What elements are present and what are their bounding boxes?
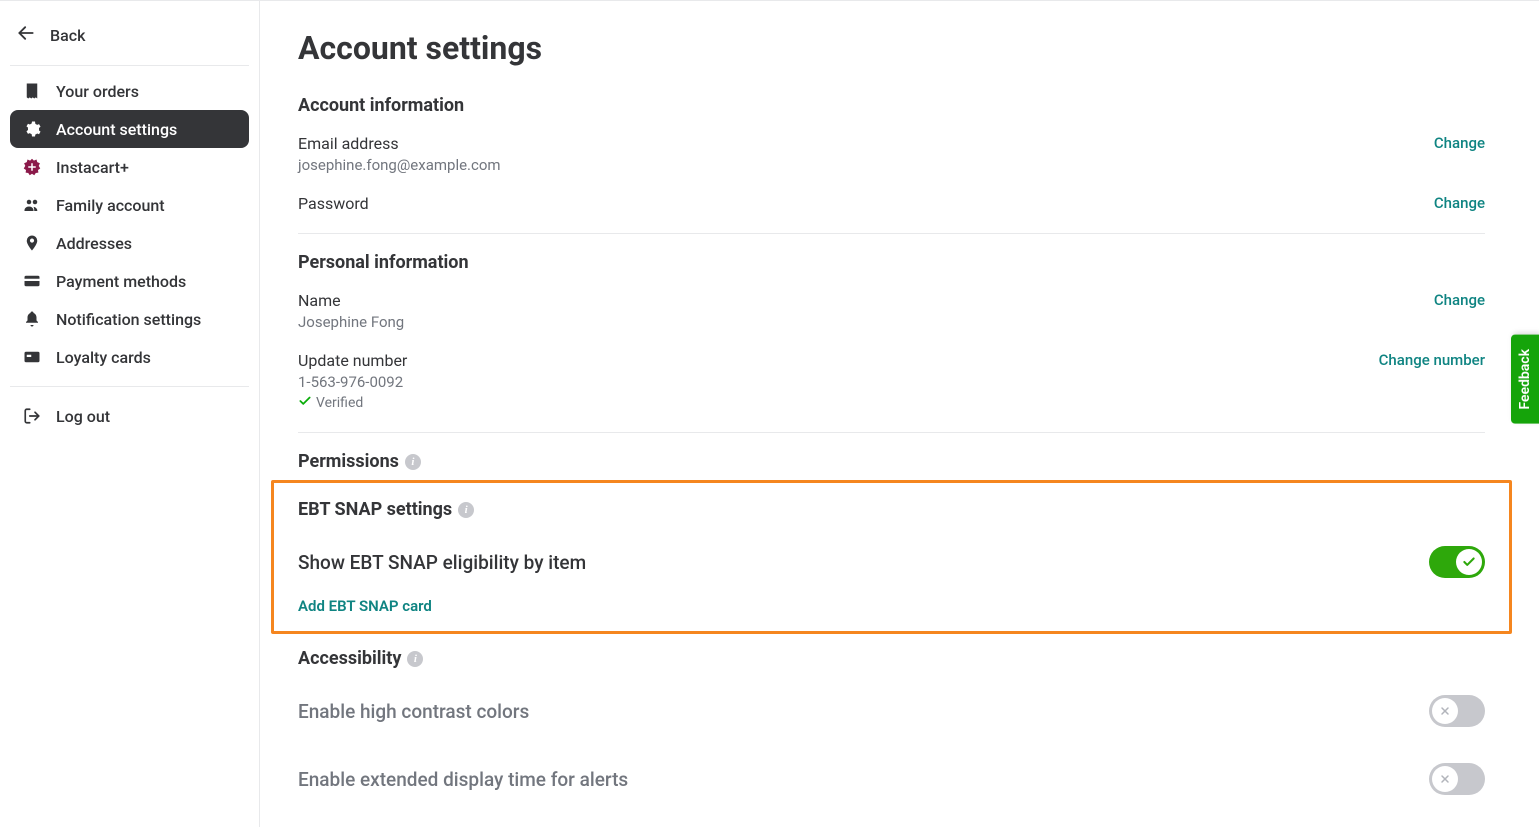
permissions-heading-text: Permissions [298, 451, 399, 472]
sidebar-item-family[interactable]: Family account [10, 186, 249, 224]
section-ebt-heading: EBT SNAP settings i [298, 499, 1485, 520]
gear-icon [22, 119, 42, 139]
change-email-link[interactable]: Change [1434, 134, 1485, 152]
sidebar-item-account[interactable]: Account settings [10, 110, 249, 148]
page-title: Account settings [298, 29, 1485, 67]
section-accessibility-heading: Accessibility i [298, 648, 1485, 669]
feedback-button[interactable]: Feedback [1511, 335, 1539, 424]
section-account-info-heading: Account information [298, 95, 1485, 116]
row-password: Password Change [298, 184, 1485, 223]
name-label: Name [298, 291, 404, 310]
close-icon [1432, 698, 1458, 724]
row-phone: Update number 1-563-976-0092 Verified Ch… [298, 341, 1485, 422]
sidebar-item-label: Notification settings [56, 310, 201, 329]
email-value: josephine.fong@example.com [298, 156, 501, 174]
change-password-link[interactable]: Change [1434, 194, 1485, 212]
add-ebt-card-link[interactable]: Add EBT SNAP card [298, 597, 432, 615]
accessibility-heading-text: Accessibility [298, 648, 401, 669]
main-content: Account settings Account information Ema… [260, 1, 1539, 827]
plus-badge-icon [22, 157, 42, 177]
app-container: Back Your orders Account settings Instac… [0, 0, 1539, 827]
high-contrast-toggle[interactable] [1429, 695, 1485, 727]
change-name-link[interactable]: Change [1434, 291, 1485, 309]
sidebar-item-orders[interactable]: Your orders [10, 72, 249, 110]
sidebar-item-label: Loyalty cards [56, 348, 151, 367]
change-number-link[interactable]: Change number [1379, 351, 1485, 369]
ebt-toggle-label: Show EBT SNAP eligibility by item [298, 551, 586, 574]
sidebar-item-label: Payment methods [56, 272, 186, 291]
pin-icon [22, 233, 42, 253]
row-extended-alerts: Enable extended display time for alerts [298, 745, 1485, 813]
row-name: Name Josephine Fong Change [298, 281, 1485, 341]
people-icon [22, 195, 42, 215]
divider [298, 432, 1485, 433]
phone-label: Update number [298, 351, 407, 370]
verified-label: Verified [316, 395, 363, 411]
sidebar-divider [10, 386, 249, 387]
sidebar-item-addresses[interactable]: Addresses [10, 224, 249, 262]
high-contrast-label: Enable high contrast colors [298, 700, 529, 723]
row-high-contrast: Enable high contrast colors [298, 677, 1485, 745]
info-icon[interactable]: i [458, 502, 474, 518]
sidebar-item-logout[interactable]: Log out [10, 397, 249, 435]
card-icon [22, 271, 42, 291]
check-icon [298, 394, 312, 412]
sidebar-item-label: Log out [56, 407, 110, 426]
sidebar-item-notifications[interactable]: Notification settings [10, 300, 249, 338]
info-icon[interactable]: i [407, 651, 423, 667]
divider [298, 233, 1485, 234]
extended-alerts-label: Enable extended display time for alerts [298, 768, 628, 791]
ebt-toggle[interactable] [1429, 546, 1485, 578]
phone-value: 1-563-976-0092 [298, 373, 407, 391]
section-personal-info-heading: Personal information [298, 252, 1485, 273]
extended-alerts-toggle[interactable] [1429, 763, 1485, 795]
ebt-heading-text: EBT SNAP settings [298, 499, 452, 520]
receipt-icon [22, 81, 42, 101]
arrow-left-icon [16, 23, 36, 47]
section-permissions-heading: Permissions i [298, 451, 1485, 472]
close-icon [1432, 766, 1458, 792]
sidebar-item-label: Your orders [56, 82, 139, 101]
name-value: Josephine Fong [298, 313, 404, 331]
sidebar-item-label: Account settings [56, 120, 177, 139]
info-icon[interactable]: i [405, 454, 421, 470]
logout-icon [22, 406, 42, 426]
sidebar-item-loyalty[interactable]: Loyalty cards [10, 338, 249, 376]
sidebar-item-payment[interactable]: Payment methods [10, 262, 249, 300]
barcode-card-icon [22, 347, 42, 367]
sidebar-item-instacartplus[interactable]: Instacart+ [10, 148, 249, 186]
ebt-highlight-box: EBT SNAP settings i Show EBT SNAP eligib… [271, 480, 1512, 634]
back-button[interactable]: Back [10, 13, 249, 66]
email-label: Email address [298, 134, 501, 153]
check-icon [1456, 549, 1482, 575]
sidebar-item-label: Instacart+ [56, 158, 129, 177]
back-label: Back [50, 26, 85, 45]
password-label: Password [298, 194, 369, 213]
sidebar: Back Your orders Account settings Instac… [0, 1, 260, 827]
verified-badge: Verified [298, 394, 407, 412]
row-email: Email address josephine.fong@example.com… [298, 124, 1485, 184]
row-ebt-toggle: Show EBT SNAP eligibility by item [298, 528, 1485, 596]
sidebar-item-label: Addresses [56, 234, 132, 253]
sidebar-item-label: Family account [56, 196, 165, 215]
bell-icon [22, 309, 42, 329]
